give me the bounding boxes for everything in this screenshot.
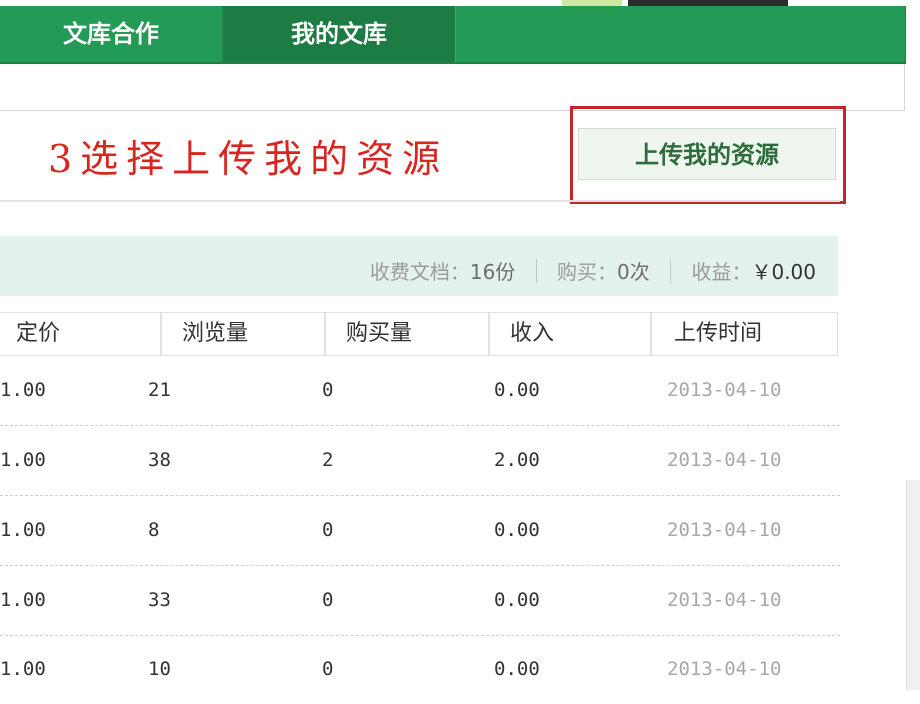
- summary-stats: 收费文档：16份 购买：0次 收益：￥0.00: [370, 236, 816, 296]
- table-header: 定价 浏览量 购买量 收入 上传时间: [0, 312, 838, 356]
- table-row: 1.00 10 0 0.00 2013-04-10: [0, 634, 840, 704]
- cell-views: 8: [148, 519, 160, 541]
- cell-price: 1.00: [0, 519, 46, 541]
- top-nav-bar: 文库合作 我的文库: [0, 6, 906, 64]
- cell-upload-time: 2013-04-10: [667, 449, 782, 471]
- tab-wenku-cooperation[interactable]: 文库合作: [0, 6, 223, 62]
- tab-my-wenku[interactable]: 我的文库: [223, 6, 456, 62]
- table-row: 1.00 8 0 0.00 2013-04-10: [0, 495, 840, 566]
- cell-income: 0.00: [494, 519, 540, 541]
- cell-purchases: 0: [322, 379, 334, 401]
- divider: [0, 200, 840, 202]
- column-header-upload-time[interactable]: 上传时间: [652, 313, 838, 355]
- cell-views: 10: [148, 658, 171, 680]
- column-header-income[interactable]: 收入: [490, 313, 652, 355]
- paid-docs-label: 收费文档：: [369, 260, 470, 284]
- cell-purchases: 0: [322, 589, 334, 611]
- divider: [670, 259, 672, 283]
- table-row: 1.00 33 0 0.00 2013-04-10: [0, 565, 840, 636]
- cell-income: 0.00: [494, 589, 540, 611]
- cell-views: 33: [148, 589, 171, 611]
- cell-price: 1.00: [0, 589, 46, 611]
- cell-views: 38: [148, 449, 171, 471]
- cell-price: 1.00: [0, 449, 46, 471]
- column-header-purchases[interactable]: 购买量: [326, 313, 490, 355]
- cell-upload-time: 2013-04-10: [667, 379, 782, 401]
- divider: [535, 259, 537, 283]
- cell-upload-time: 2013-04-10: [667, 589, 782, 611]
- column-header-price[interactable]: 定价: [0, 313, 162, 355]
- side-scroll-track[interactable]: [906, 480, 920, 690]
- purchases-value: 0次: [617, 260, 650, 284]
- cell-income: 0.00: [494, 379, 540, 401]
- income-value: ￥0.00: [751, 260, 816, 284]
- cell-income: 0.00: [494, 658, 540, 680]
- cell-price: 1.00: [0, 658, 46, 680]
- cell-upload-time: 2013-04-10: [667, 519, 782, 541]
- table-row: 1.00 38 2 2.00 2013-04-10: [0, 425, 840, 496]
- cell-upload-time: 2013-04-10: [667, 658, 782, 680]
- cell-purchases: 2: [322, 449, 334, 471]
- table-row: 1.00 21 0 0.00 2013-04-10: [0, 355, 840, 426]
- summary-bar: 收费文档：16份 购买：0次 收益：￥0.00: [0, 236, 838, 296]
- cell-views: 21: [148, 379, 171, 401]
- income-label: 收益：: [691, 260, 752, 284]
- instruction-annotation: 3选择上传我的资源: [48, 137, 449, 181]
- column-header-views[interactable]: 浏览量: [162, 313, 326, 355]
- cell-purchases: 0: [322, 658, 334, 680]
- sub-nav-bar: [0, 64, 905, 111]
- cell-purchases: 0: [322, 519, 334, 541]
- paid-docs-value: 16份: [469, 260, 516, 284]
- cell-income: 2.00: [494, 449, 540, 471]
- upload-my-resource-button[interactable]: 上传我的资源: [578, 128, 836, 180]
- cell-price: 1.00: [0, 379, 46, 401]
- purchases-label: 购买：: [557, 260, 618, 284]
